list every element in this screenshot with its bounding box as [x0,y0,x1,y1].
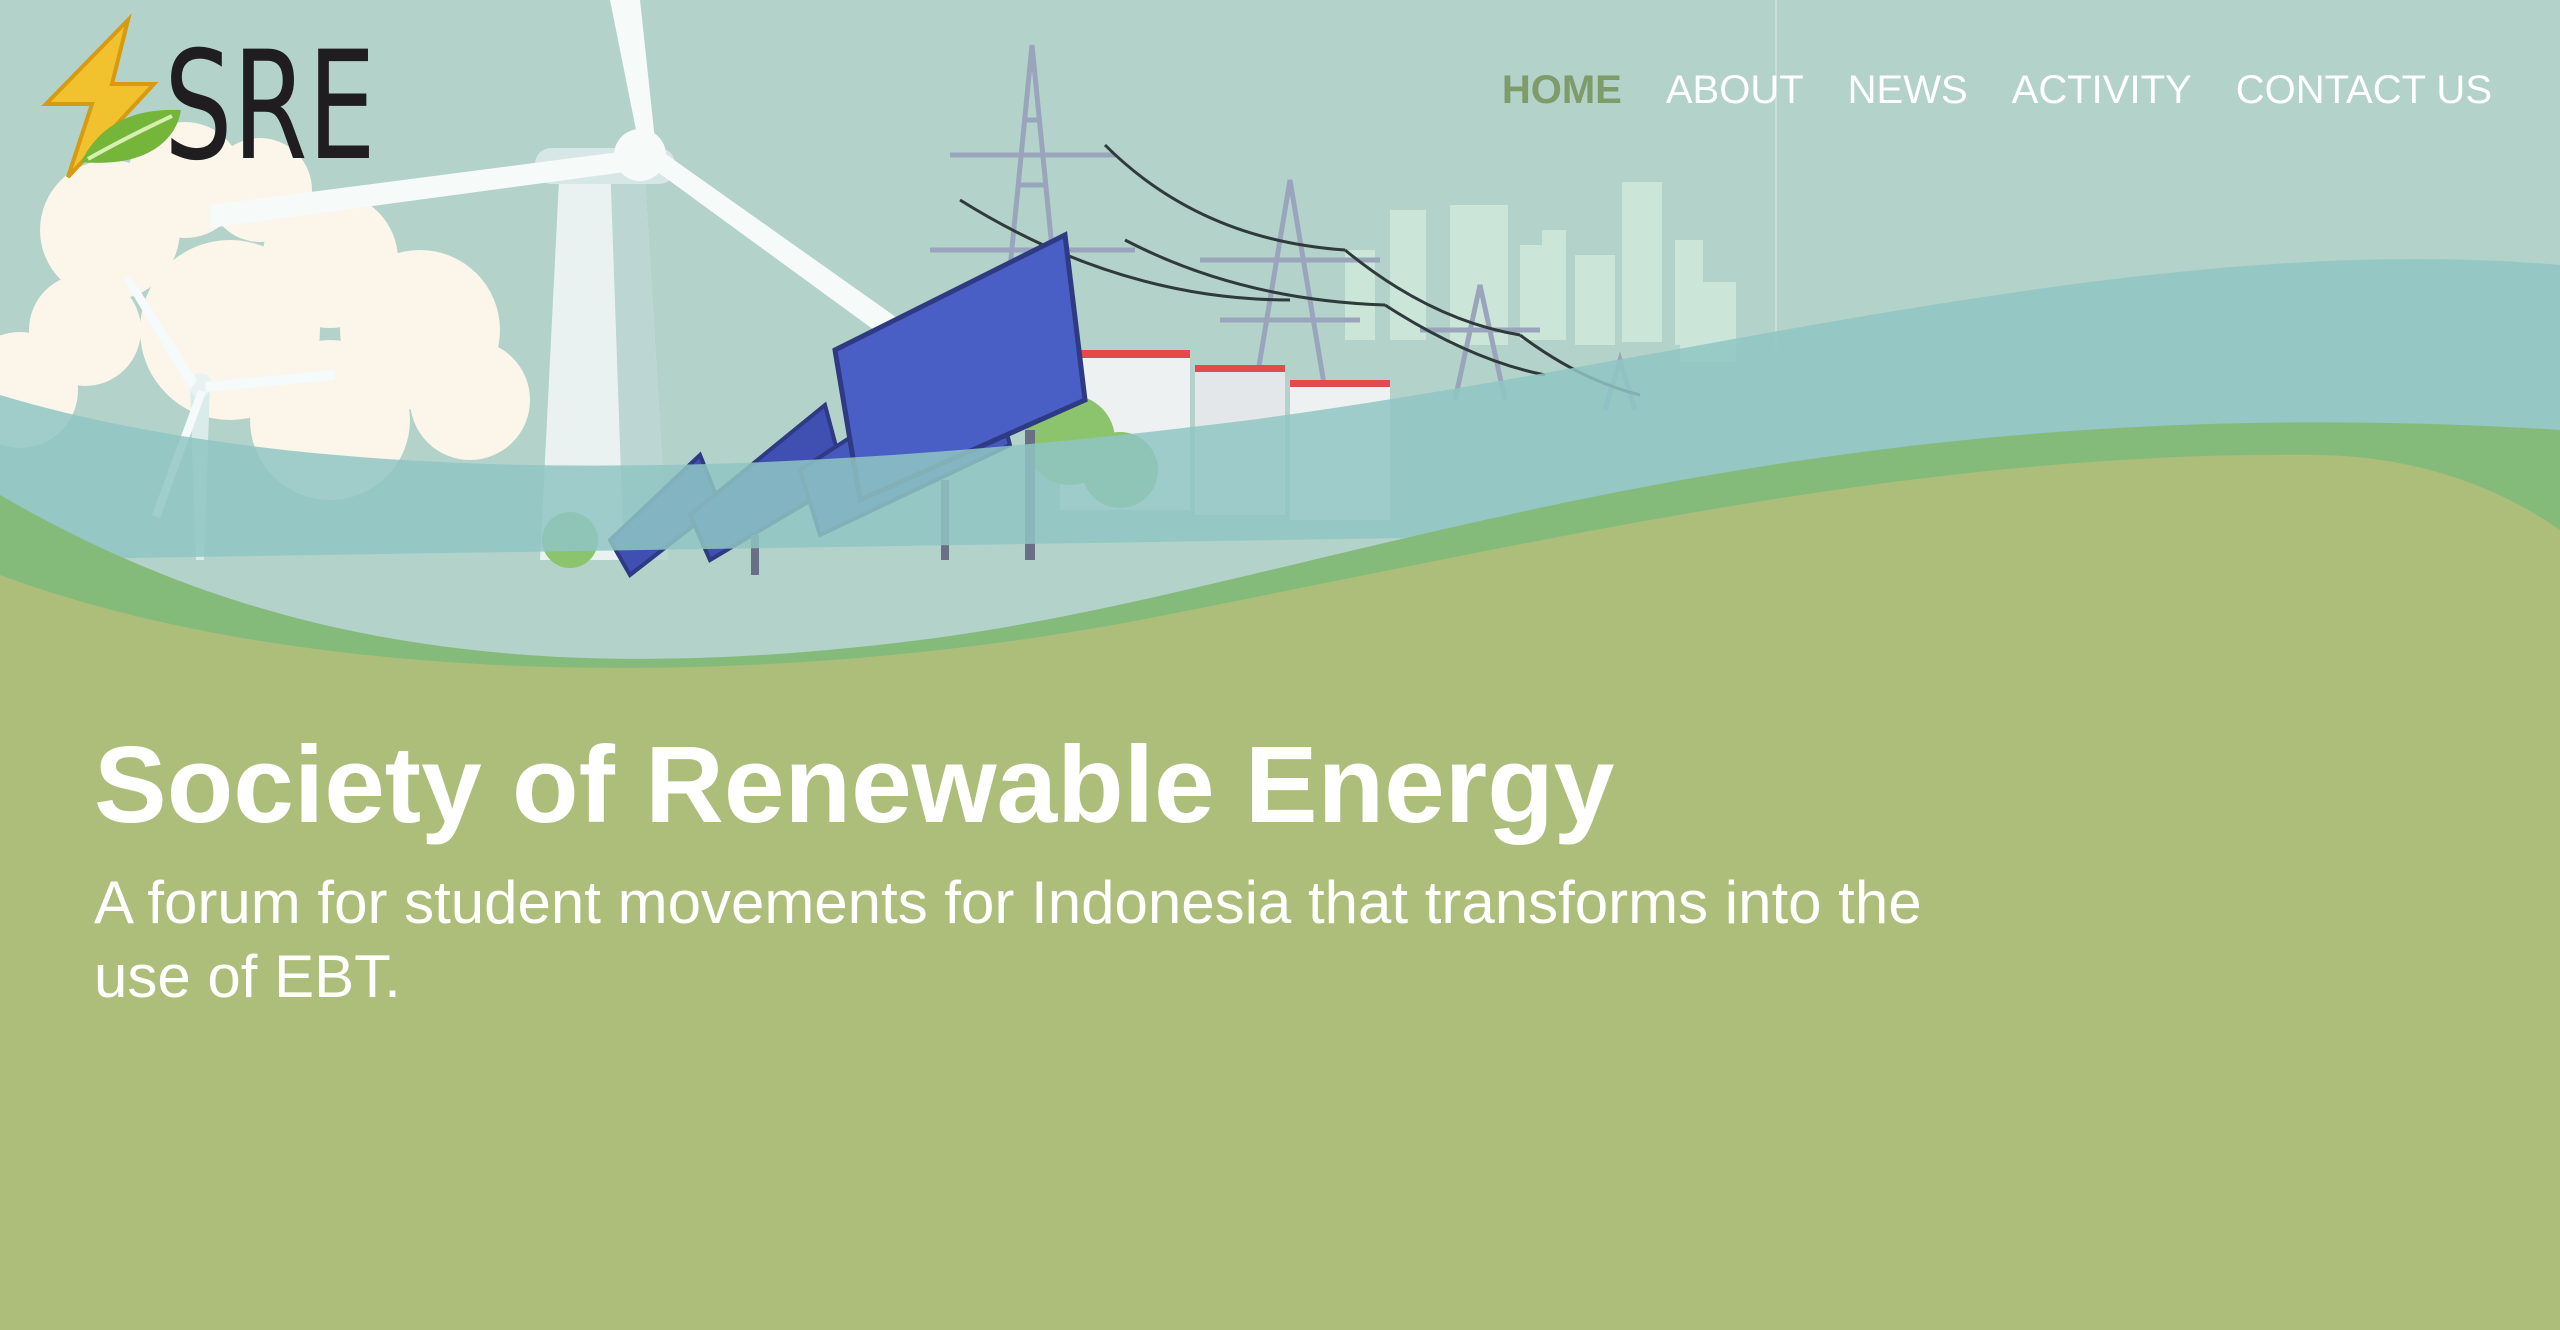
main-navigation: HOME ABOUT NEWS ACTIVITY CONTACT US [1502,62,2492,118]
hero-page: SRE HOME ABOUT NEWS ACTIVITY CONTACT US … [0,0,2560,1330]
nav-item-contact-us[interactable]: CONTACT US [2236,62,2492,118]
brand-name: SRE [164,20,376,194]
nav-item-home[interactable]: HOME [1502,62,1622,118]
renewable-energy-illustration [0,0,2560,1330]
brand-logo[interactable]: SRE [26,12,376,182]
hero-title: Society of Renewable Energy [94,724,1615,846]
hero-section: Society of Renewable Energy A forum for … [94,722,1994,1014]
nav-item-about[interactable]: ABOUT [1666,62,1804,118]
nav-item-news[interactable]: NEWS [1848,62,1968,118]
nav-item-activity[interactable]: ACTIVITY [2012,62,2192,118]
hero-subtitle: A forum for student movements for Indone… [94,869,1922,1010]
